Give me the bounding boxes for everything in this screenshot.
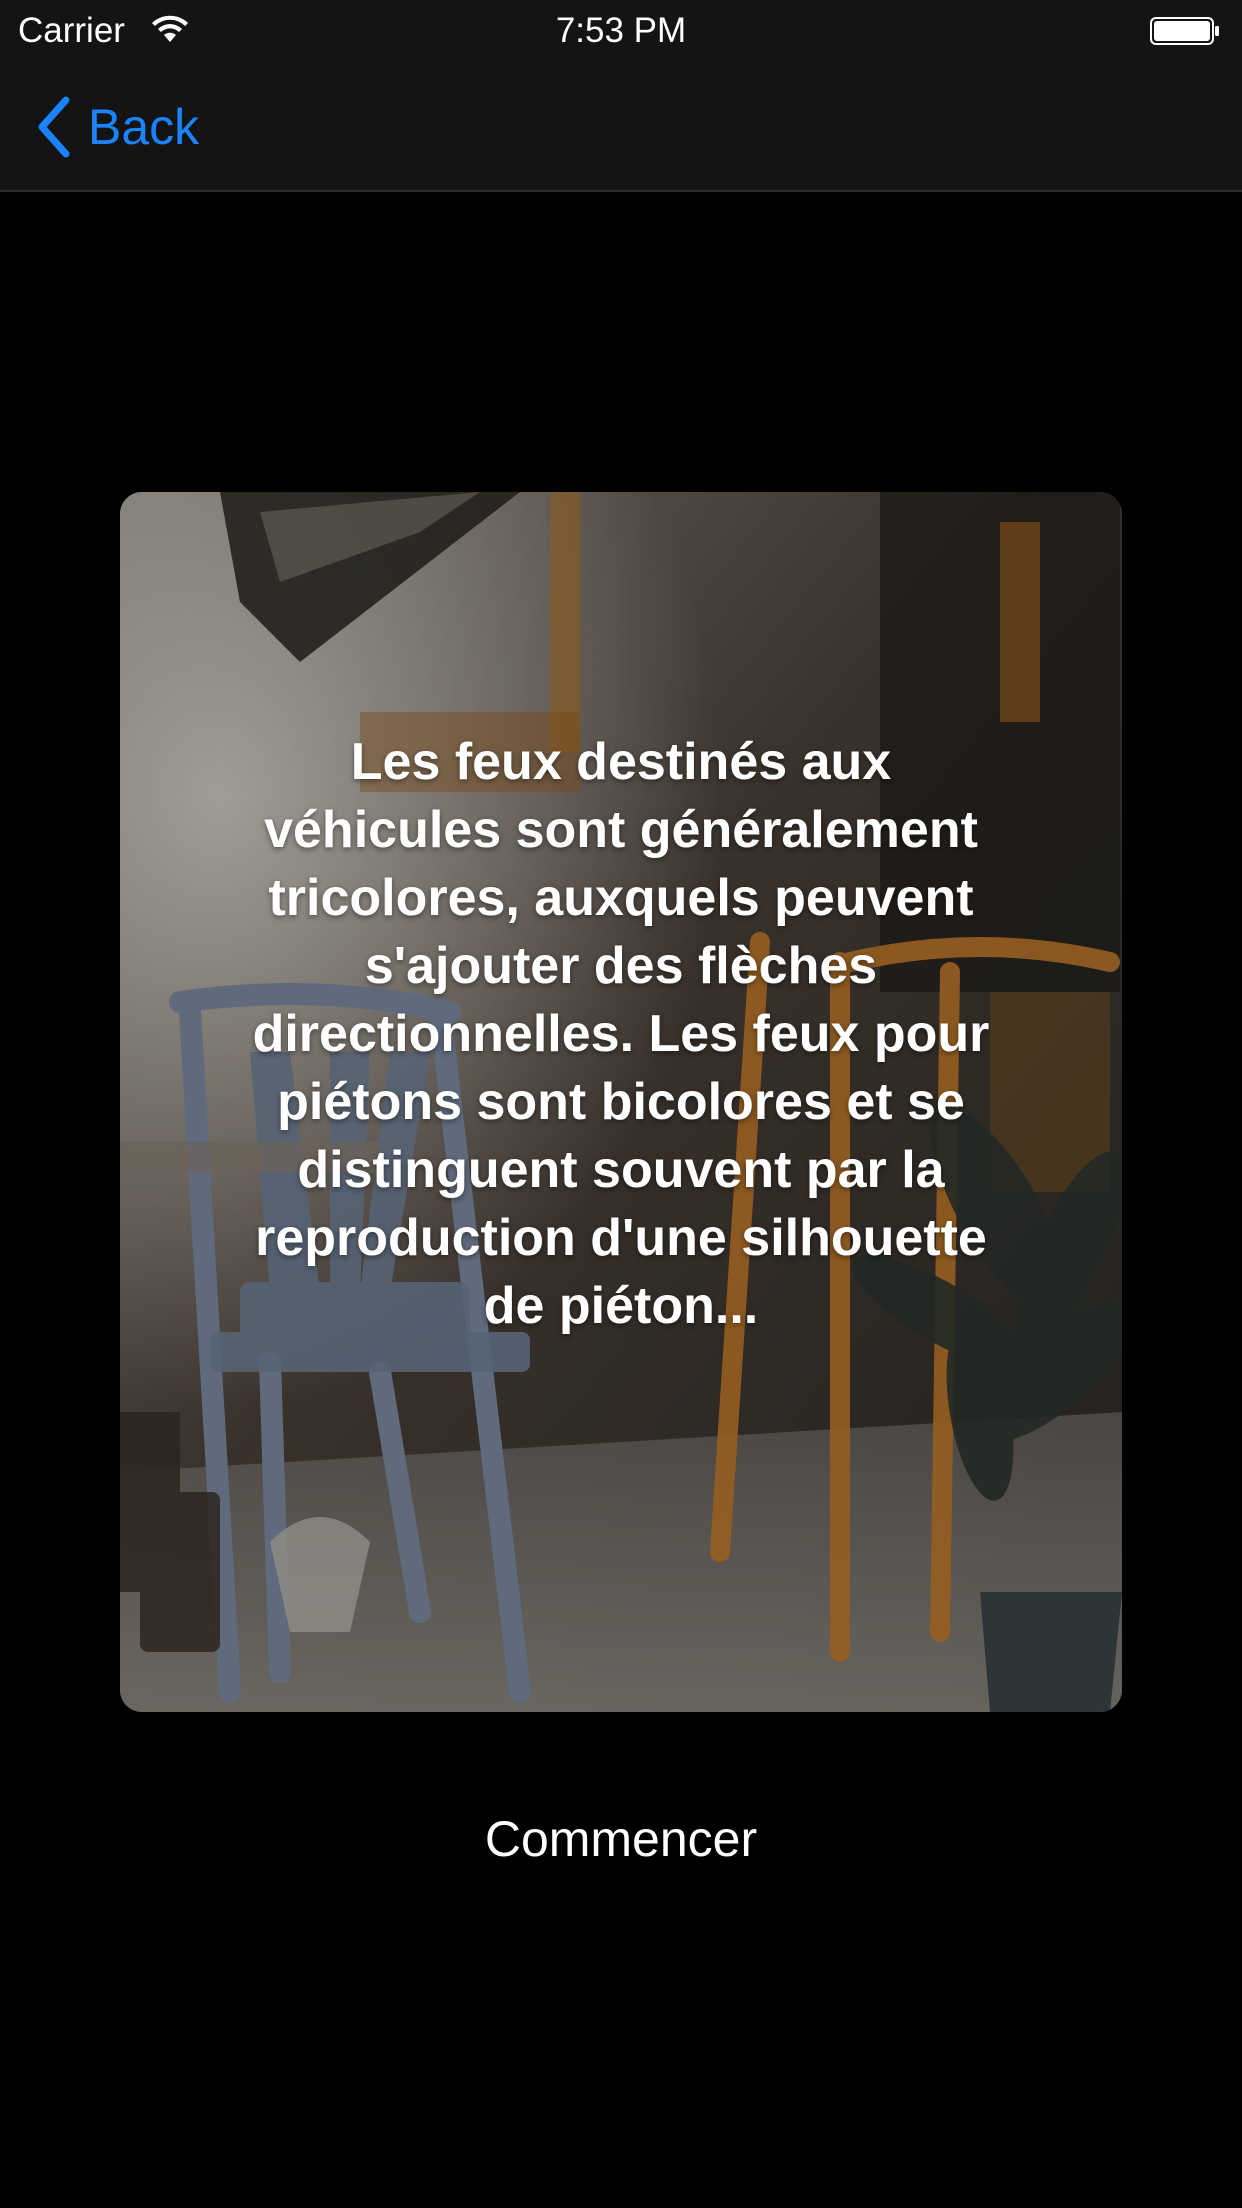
chevron-left-icon [38, 96, 70, 158]
status-time: 7:53 PM [555, 11, 687, 50]
status-bar: Carrier 7:53 PM [0, 0, 1242, 62]
battery-icon [1150, 17, 1219, 45]
card-description: Les feux destinés aux véhicules sont gén… [252, 733, 990, 1335]
start-button[interactable]: Commencer [0, 1802, 1242, 1876]
back-button[interactable]: Back [34, 96, 199, 158]
navigation-bar: Back [0, 62, 1242, 192]
content-card: Les feux destinés aux véhicules sont gén… [120, 492, 1122, 1712]
back-label: Back [88, 99, 200, 155]
